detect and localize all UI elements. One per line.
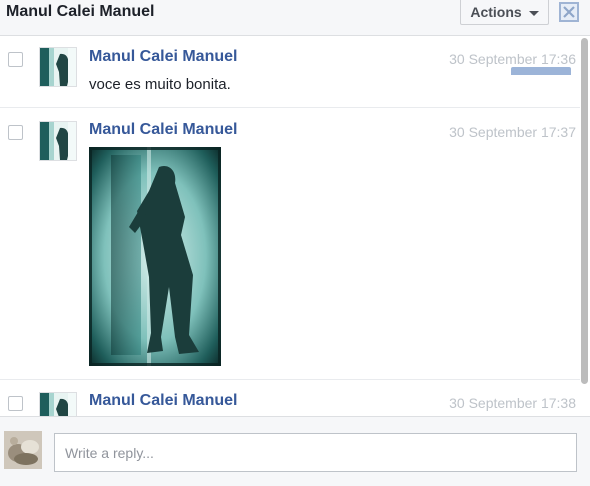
- sender-name[interactable]: Manul Calei Manuel: [89, 121, 237, 139]
- message-timestamp: 30 September 17:36: [449, 51, 576, 67]
- message-text: voce es muito bonita.: [89, 76, 231, 93]
- avatar: [4, 431, 42, 469]
- send-button[interactable]: [511, 67, 571, 75]
- message-timestamp: 30 September 17:38: [449, 395, 576, 411]
- message-select-checkbox[interactable]: [8, 52, 23, 67]
- avatar[interactable]: [39, 392, 77, 416]
- actions-button[interactable]: Actions: [460, 0, 549, 25]
- avatar[interactable]: [39, 47, 77, 87]
- message-photo-attachment[interactable]: [89, 147, 221, 366]
- message-timestamp: 30 September 17:37: [449, 124, 576, 140]
- reply-composer: [0, 416, 590, 486]
- close-icon: [563, 6, 575, 18]
- conversation-title: Manul Calei Manuel: [6, 3, 155, 20]
- scrollbar-thumb[interactable]: [581, 38, 588, 384]
- avatar[interactable]: [39, 121, 77, 161]
- conversation-header: Manul Calei Manuel Actions: [0, 0, 590, 36]
- chevron-down-icon: [528, 10, 539, 16]
- message-item: Manul Calei Manuel 30 September 17:38: [0, 380, 580, 416]
- message-select-checkbox[interactable]: [8, 125, 23, 140]
- close-button[interactable]: [559, 2, 579, 22]
- message-thread: Manul Calei Manuel 30 September 17:36 vo…: [0, 36, 580, 416]
- message-item: Manul Calei Manuel 30 September 17:37: [0, 108, 580, 380]
- message-select-checkbox[interactable]: [8, 396, 23, 411]
- message-item: Manul Calei Manuel 30 September 17:36 vo…: [0, 36, 580, 108]
- reply-input[interactable]: [54, 433, 577, 472]
- sender-name[interactable]: Manul Calei Manuel: [89, 48, 237, 66]
- sender-name[interactable]: Manul Calei Manuel: [89, 392, 237, 410]
- actions-button-label: Actions: [470, 4, 522, 20]
